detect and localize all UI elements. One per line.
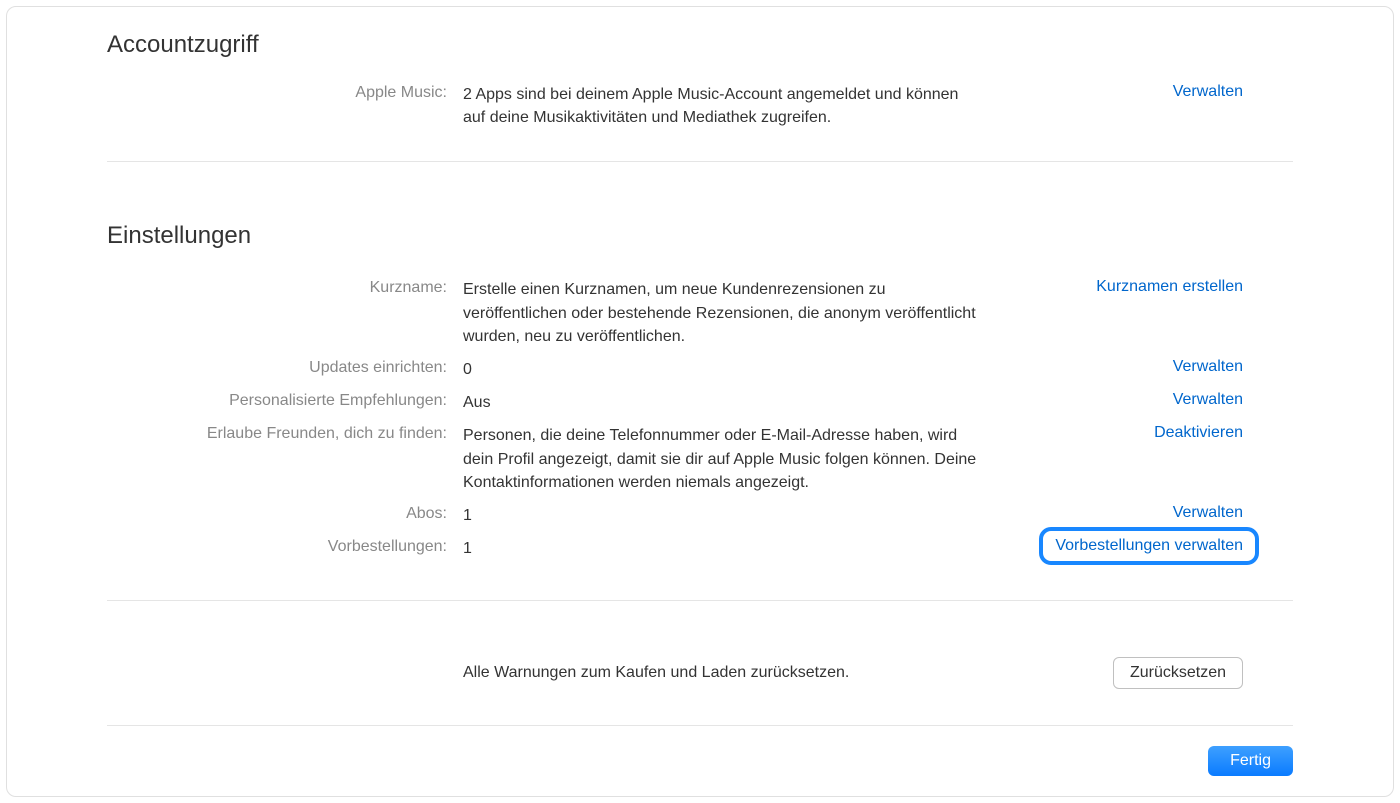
- reset-button[interactable]: Zurücksetzen: [1113, 657, 1243, 689]
- manage-subscriptions-link[interactable]: Verwalten: [1173, 504, 1243, 521]
- label-subscriptions: Abos:: [107, 504, 447, 523]
- section-title-account-access: Accountzugriff: [107, 31, 1293, 59]
- row-subscriptions: Abos: 1 Verwalten: [107, 504, 1293, 527]
- manage-apple-music-link[interactable]: Verwalten: [1173, 83, 1243, 100]
- desc-nickname: Erstelle einen Kurznamen, um neue Kunden…: [463, 278, 983, 348]
- create-nickname-link[interactable]: Kurznamen erstellen: [1096, 278, 1243, 295]
- row-recommendations: Personalisierte Empfehlungen: Aus Verwal…: [107, 391, 1293, 414]
- value-recommendations: Aus: [463, 391, 983, 414]
- divider: [107, 600, 1293, 601]
- manage-updates-link[interactable]: Verwalten: [1173, 358, 1243, 375]
- row-apple-music: Apple Music: 2 Apps sind bei deinem Appl…: [107, 83, 1293, 129]
- desc-friends-find: Personen, die deine Telefonnummer oder E…: [463, 424, 983, 494]
- label-apple-music: Apple Music:: [107, 83, 447, 102]
- value-updates: 0: [463, 358, 983, 381]
- label-friends-find: Erlaube Freunden, dich zu finden:: [107, 424, 447, 443]
- label-nickname: Kurzname:: [107, 278, 447, 297]
- row-preorders: Vorbestellungen: 1 Vorbestellungen verwa…: [107, 537, 1293, 560]
- footer: Fertig: [107, 725, 1293, 776]
- deactivate-friends-find-link[interactable]: Deaktivieren: [1154, 424, 1243, 441]
- value-subscriptions: 1: [463, 504, 983, 527]
- label-recommendations: Personalisierte Empfehlungen:: [107, 391, 447, 410]
- desc-apple-music: 2 Apps sind bei deinem Apple Music-Accou…: [463, 83, 983, 129]
- value-preorders: 1: [463, 537, 983, 560]
- settings-panel: Accountzugriff Apple Music: 2 Apps sind …: [6, 6, 1394, 797]
- section-title-settings: Einstellungen: [107, 222, 1293, 250]
- label-updates: Updates einrichten:: [107, 358, 447, 377]
- label-preorders: Vorbestellungen:: [107, 537, 447, 556]
- reset-warnings-text: Alle Warnungen zum Kaufen und Laden zurü…: [463, 664, 1113, 682]
- row-reset-warnings: Alle Warnungen zum Kaufen und Laden zurü…: [107, 657, 1293, 689]
- row-friends-find: Erlaube Freunden, dich zu finden: Person…: [107, 424, 1293, 494]
- preorders-highlight: Vorbestellungen verwalten: [1039, 527, 1259, 565]
- row-updates: Updates einrichten: 0 Verwalten: [107, 358, 1293, 381]
- row-nickname: Kurzname: Erstelle einen Kurznamen, um n…: [107, 278, 1293, 348]
- manage-preorders-link[interactable]: Vorbestellungen verwalten: [1055, 537, 1243, 554]
- manage-recommendations-link[interactable]: Verwalten: [1173, 391, 1243, 408]
- divider: [107, 161, 1293, 162]
